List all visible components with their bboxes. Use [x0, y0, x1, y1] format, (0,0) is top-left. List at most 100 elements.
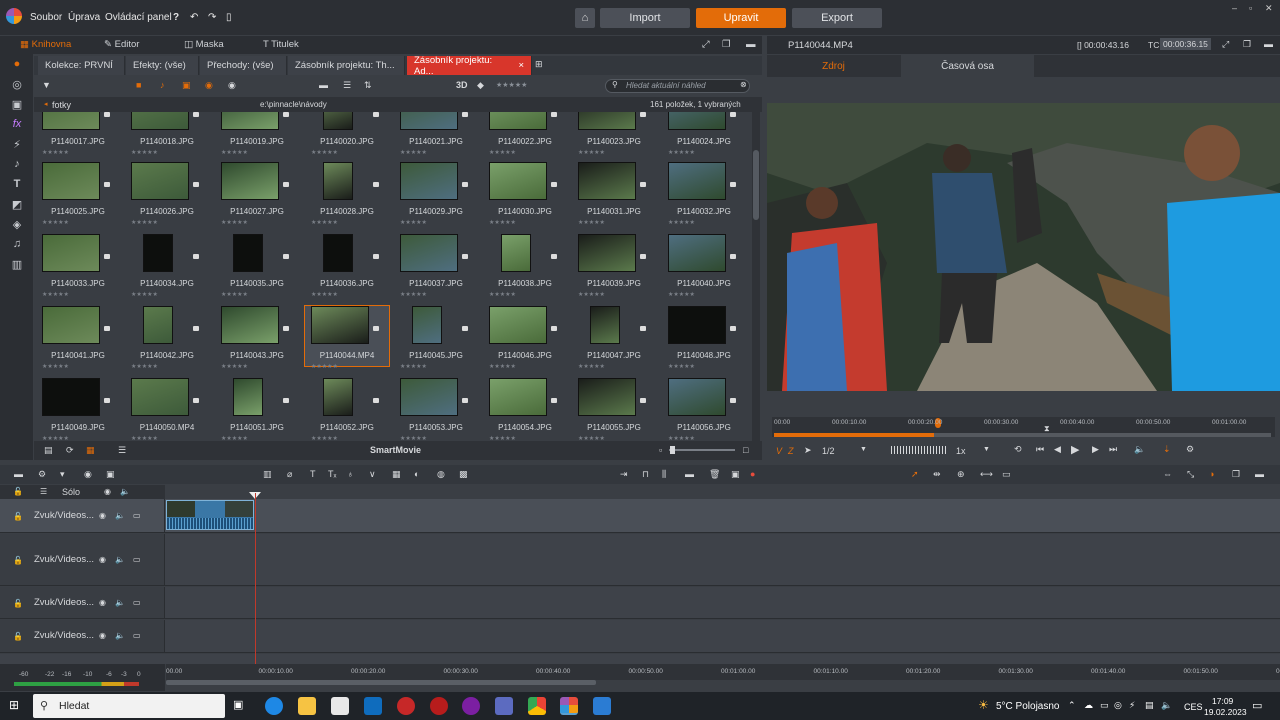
speed-select[interactable]: 1x: [956, 446, 966, 456]
keyboard-language[interactable]: CES: [1184, 702, 1203, 712]
float-window-icon[interactable]: ❐: [722, 39, 731, 50]
storyboard-toggle-icon[interactable]: ▬: [14, 469, 23, 479]
audio-scrub-icon[interactable]: ◑: [1209, 469, 1214, 479]
motion-icon[interactable]: ◍: [437, 469, 445, 480]
pinnacle-taskbar-icon[interactable]: [560, 697, 578, 715]
preview-video-frame[interactable]: [767, 103, 1280, 391]
track-1-eye-icon[interactable]: ◉: [99, 511, 106, 520]
media-rating[interactable]: ★★★★★: [221, 149, 248, 156]
clock-time[interactable]: 17:09: [1212, 696, 1233, 706]
tab-project-bin-1[interactable]: Zásobník projektu: Th...: [288, 56, 405, 75]
split-clip-icon[interactable]: ⫼: [662, 469, 666, 480]
thumbnail-size-slider[interactable]: [669, 449, 735, 451]
filmstrip-icon[interactable]: ▥: [10, 258, 24, 272]
tray-volume-icon[interactable]: 🔈: [1161, 700, 1172, 711]
slide-tool-icon[interactable]: ⟷: [980, 469, 993, 480]
media-item[interactable]: P1140048.JPG ★★★★★: [662, 306, 746, 378]
media-item[interactable]: P1140020.JPG ★★★★★: [305, 112, 389, 164]
media-item[interactable]: P1140031.JPG ★★★★★: [572, 162, 656, 234]
details-icon[interactable]: ☰: [118, 445, 126, 456]
minimize-icon[interactable]: –: [1232, 3, 1237, 13]
fx-icon[interactable]: fx: [10, 118, 24, 132]
add-marker-icon[interactable]: ◉: [84, 469, 92, 480]
media-item[interactable]: P1140055.JPG ★★★★★: [572, 378, 656, 441]
media-rating[interactable]: ★★★★★: [489, 291, 516, 298]
tray-icon-2[interactable]: ▭: [1100, 700, 1109, 711]
ripple-icon[interactable]: ▬: [685, 469, 694, 479]
media-rating[interactable]: ★★★★★: [311, 149, 338, 156]
shuttle-control[interactable]: [891, 446, 946, 454]
edit-tool-icon[interactable]: ➚: [911, 469, 919, 480]
media-rating[interactable]: ★★★★★: [400, 219, 427, 226]
media-item[interactable]: P1140053.JPG ★★★★★: [394, 378, 478, 441]
track-1-name[interactable]: Zvuk/Videos...: [34, 510, 94, 521]
add-title-icon[interactable]: T: [310, 469, 316, 479]
weather-text[interactable]: 5°C Polojasno: [996, 701, 1059, 712]
media-item[interactable]: P1140024.JPG ★★★★★: [662, 112, 746, 164]
zoom-fit-icon[interactable]: ⇔: [1163, 469, 1172, 479]
media-rating[interactable]: ★★★★★: [221, 291, 248, 298]
mail-icon[interactable]: [364, 697, 382, 715]
montage-icon[interactable]: ◩: [10, 198, 24, 212]
redo-icon[interactable]: ↷: [208, 12, 216, 23]
opera-gx-icon[interactable]: [430, 697, 448, 715]
media-rating[interactable]: ★★★★★: [578, 219, 605, 226]
tab-title[interactable]: T Titulek: [263, 39, 299, 50]
media-item[interactable]: P1140021.JPG ★★★★★: [394, 112, 478, 164]
track-3-name[interactable]: Zvuk/Videos...: [34, 597, 94, 608]
photos-icon[interactable]: ▣: [10, 98, 24, 112]
media-item[interactable]: P1140022.JPG ★★★★★: [483, 112, 567, 164]
media-item[interactable]: P1140051.JPG ★★★★★: [215, 378, 299, 441]
undo-icon[interactable]: ↶: [190, 12, 198, 23]
track-4[interactable]: [0, 620, 1280, 653]
help-icon[interactable]: ?: [173, 12, 179, 23]
media-rating[interactable]: ★★★★★: [131, 291, 158, 298]
voiceover-icon[interactable]: ⌀: [287, 469, 292, 480]
track-3[interactable]: [0, 587, 1280, 619]
rating-filter[interactable]: ★★★★★: [496, 81, 527, 89]
transitions-panel-icon[interactable]: ▣: [106, 469, 115, 480]
slip-tool-icon[interactable]: ⊕: [957, 469, 965, 480]
media-item[interactable]: P1140038.JPG ★★★★★: [483, 234, 567, 306]
media-item[interactable]: P1140042.JPG ★★★★★: [125, 306, 209, 378]
tab-project-bin-2[interactable]: Zásobník projektu: Ad... ×: [407, 55, 532, 77]
media-item[interactable]: P1140028.JPG ★★★★★: [305, 162, 389, 234]
media-item[interactable]: P1140019.JPG ★★★★★: [215, 112, 299, 164]
large-thumbs-icon[interactable]: □: [743, 445, 748, 455]
media-item[interactable]: P1140054.JPG ★★★★★: [483, 378, 567, 441]
media-item[interactable]: P1140033.JPG ★★★★★: [36, 234, 120, 306]
media-player-icon[interactable]: [495, 697, 513, 715]
fullscreen-icon[interactable]: ⤢: [1222, 39, 1229, 50]
preview-layout-icon[interactable]: ▬: [1264, 39, 1273, 49]
split-marker-icon[interactable]: ⇣: [1163, 444, 1171, 455]
new-tab-icon[interactable]: ⊞: [535, 59, 543, 70]
media-rating[interactable]: ★★★★★: [578, 149, 605, 156]
track-toggle-icon[interactable]: ☰: [40, 487, 47, 496]
media-item[interactable]: P1140030.JPG ★★★★★: [483, 162, 567, 234]
track-2-speaker-icon[interactable]: 🔈: [115, 555, 125, 564]
keyframe-icon[interactable]: ∨: [369, 469, 376, 480]
volume-icon[interactable]: 🔈: [1134, 444, 1145, 455]
media-item[interactable]: P1140018.JPG ★★★★★: [125, 112, 209, 164]
list-icon[interactable]: ☰: [343, 80, 351, 91]
folder-icon[interactable]: ▬: [319, 80, 328, 90]
microphone-icon[interactable]: ♁: [347, 469, 354, 479]
loop-icon[interactable]: ⟲: [1014, 444, 1022, 455]
smartmovie-button[interactable]: SmartMovie: [370, 445, 421, 455]
media-rating[interactable]: ★★★★★: [668, 219, 695, 226]
media-item[interactable]: P1140037.JPG ★★★★★: [394, 234, 478, 306]
track-1-speaker-icon[interactable]: 🔈: [115, 511, 125, 520]
edge-icon[interactable]: [265, 697, 283, 715]
tab-effects[interactable]: Efekty: (vše): [126, 56, 199, 75]
menu-edit[interactable]: Úprava: [68, 12, 100, 23]
layers-icon[interactable]: ◈: [10, 218, 24, 232]
resolution-dropdown-icon[interactable]: ▼: [860, 446, 867, 453]
close-icon[interactable]: ✕: [1265, 3, 1273, 14]
media-item[interactable]: P1140036.JPG ★★★★★: [305, 234, 389, 306]
track-3-monitor-icon[interactable]: ▭: [133, 598, 141, 607]
track-2-monitor-icon[interactable]: ▭: [133, 555, 141, 564]
clock-date[interactable]: 19.02.2023: [1204, 707, 1247, 717]
delete-icon[interactable]: 🗑: [709, 469, 720, 480]
go-to-start-icon[interactable]: ⏮: [1036, 444, 1044, 455]
sort-icon[interactable]: ⇅: [364, 80, 372, 91]
